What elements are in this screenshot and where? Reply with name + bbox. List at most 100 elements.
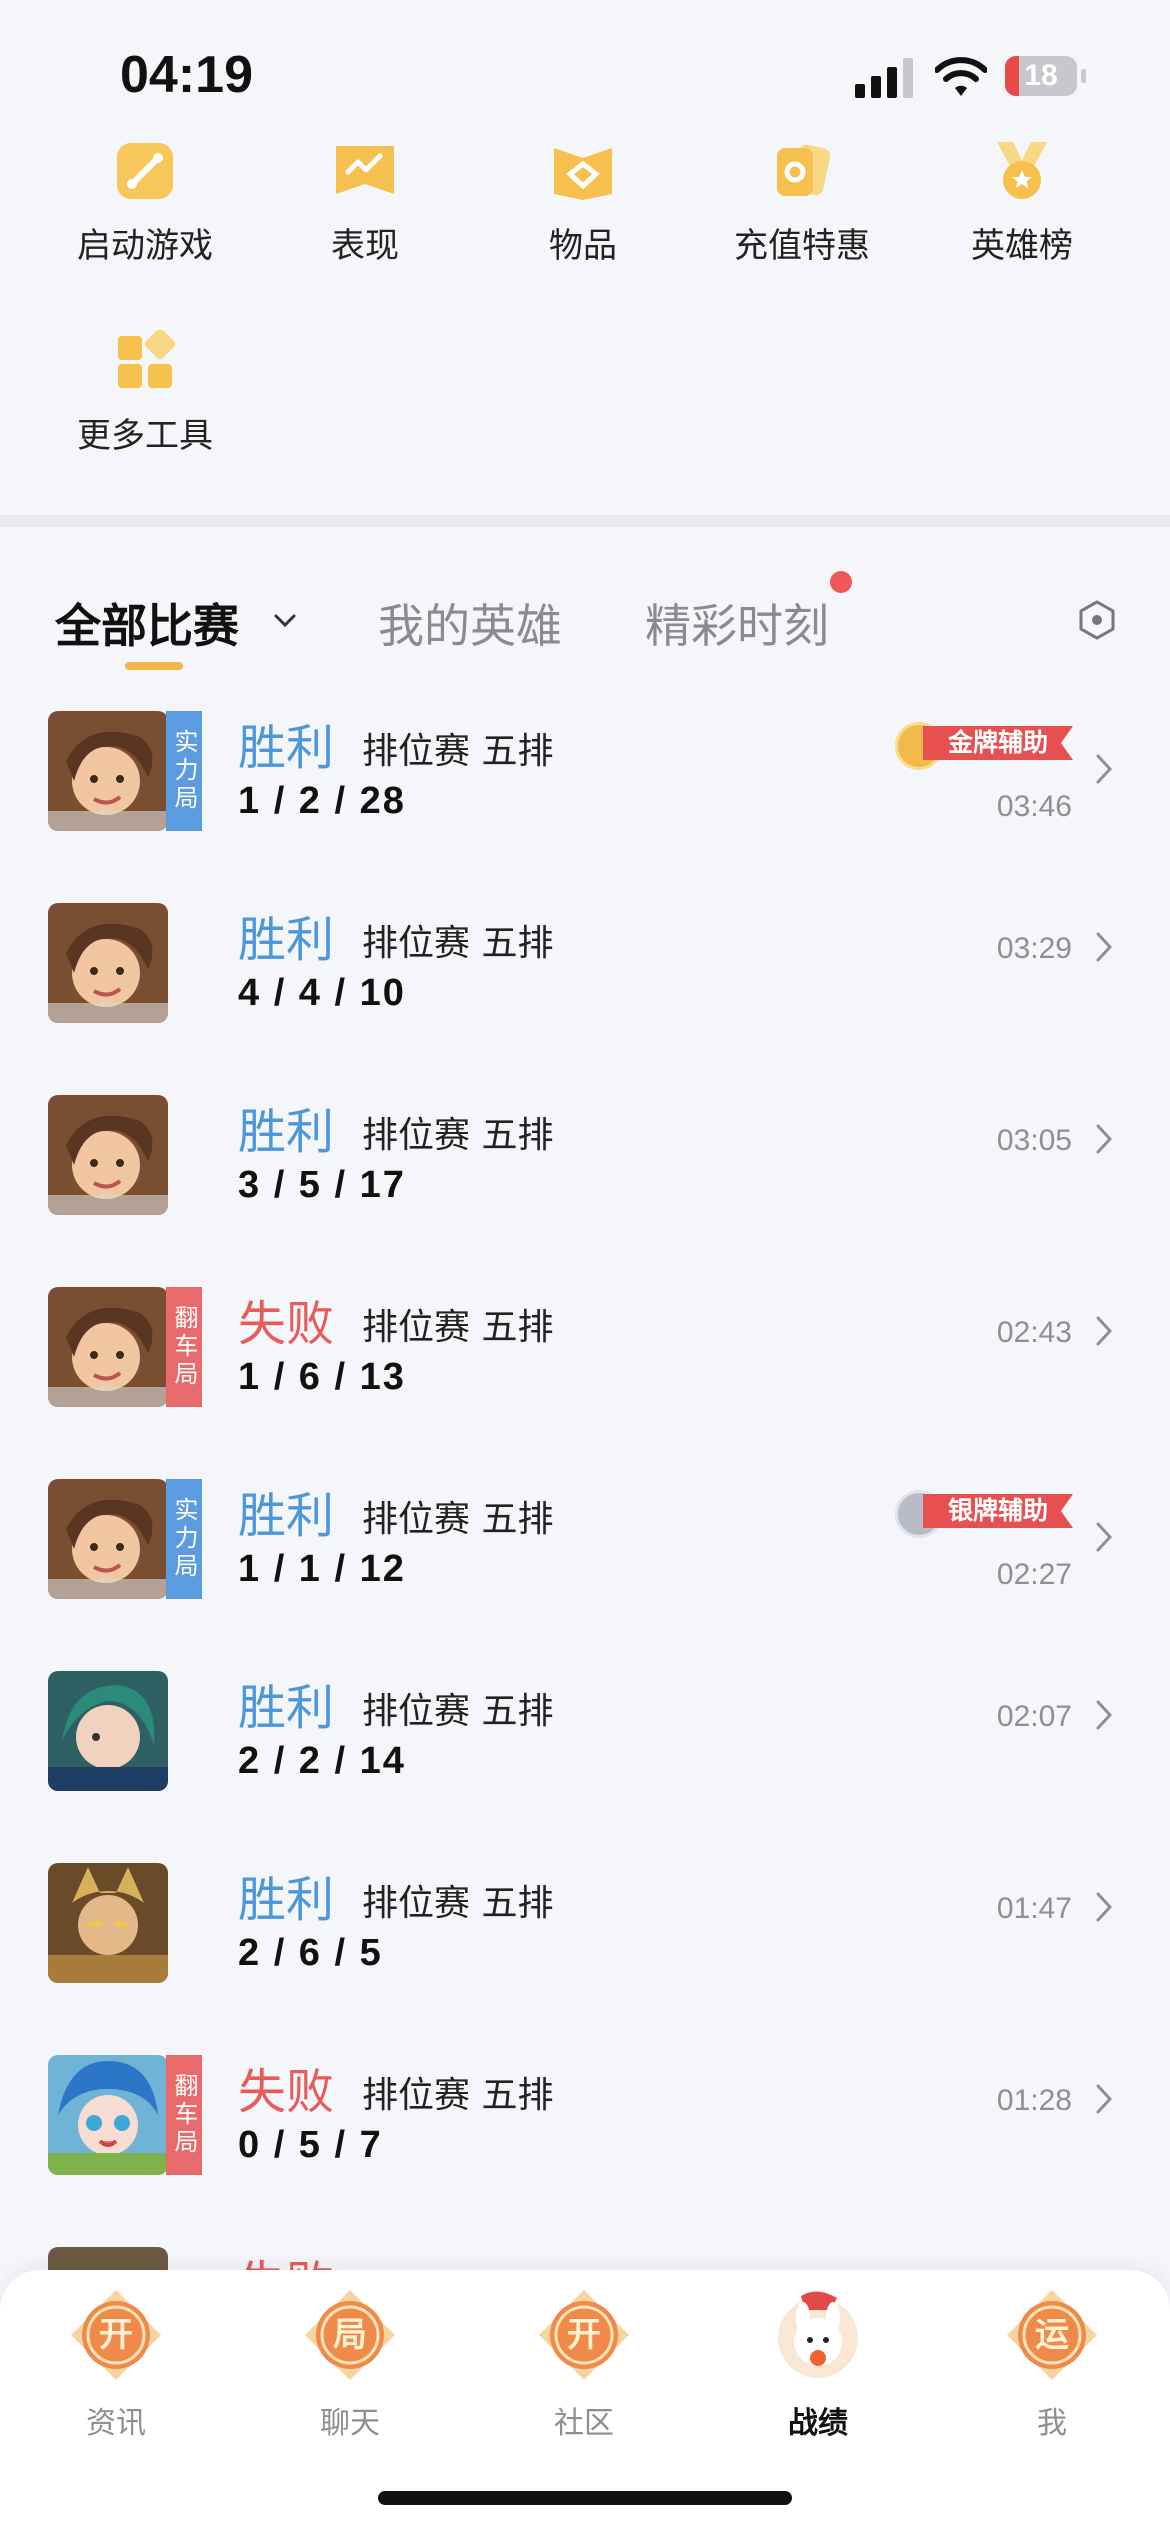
- match-duration: 03:46: [996, 790, 1072, 823]
- tool-label: 英雄榜: [971, 226, 1073, 266]
- nav-news[interactable]: 开 资讯: [36, 2288, 196, 2442]
- home-indicator: [378, 2491, 792, 2505]
- match-mode: 排位赛 五排: [362, 731, 554, 772]
- chevron-right-icon: [1096, 1522, 1113, 1552]
- chevron-right-icon: [1096, 932, 1113, 962]
- hero-avatar: [48, 1095, 168, 1215]
- nav-community[interactable]: 开 社区: [504, 2288, 664, 2442]
- match-result: 胜利: [238, 912, 335, 968]
- match-mode: 排位赛 五排: [362, 1115, 554, 1156]
- match-row[interactable]: 胜利 排位赛 五排 2 / 2 / 14 02:07: [0, 1660, 1170, 1852]
- tab-active-indicator: [125, 662, 183, 670]
- news-coin-icon: 开: [71, 2290, 161, 2380]
- match-kda: 1 / 6 / 13: [238, 1356, 406, 1398]
- chat-coin-icon: 局: [305, 2290, 395, 2380]
- settings-icon[interactable]: [1077, 600, 1117, 640]
- hero-avatar: [48, 2055, 168, 2175]
- match-mode: 排位赛 五排: [362, 1307, 554, 1348]
- match-result: 胜利: [238, 1680, 335, 1736]
- chevron-right-icon: [1096, 1700, 1113, 1730]
- match-result: 胜利: [238, 1104, 335, 1160]
- battery-indicator: 18: [1005, 56, 1086, 98]
- match-result: 失败: [238, 1296, 335, 1352]
- nav-coin-glyph: 开: [99, 2315, 133, 2355]
- hero-avatar: [48, 903, 168, 1023]
- me-coin-icon: 运: [1007, 2290, 1097, 2380]
- match-row[interactable]: 翻车局 失败 排位赛 五排 1 / 6 / 13 02:43: [0, 1276, 1170, 1468]
- match-row[interactable]: 胜利 排位赛 五排 4 / 4 / 10 03:29: [0, 892, 1170, 1084]
- tool-label: 启动游戏: [77, 226, 213, 266]
- chevron-right-icon: [1096, 1316, 1113, 1346]
- match-kda: 2 / 2 / 14: [238, 1740, 406, 1782]
- match-kda: 4 / 4 / 10: [238, 972, 406, 1014]
- award-badge: 银牌辅助: [895, 1490, 1073, 1538]
- match-kda: 0 / 5 / 7: [238, 2124, 383, 2166]
- apps-icon: [118, 328, 176, 388]
- tool-items[interactable]: 物品: [483, 140, 683, 267]
- match-duration: 01:28: [996, 2084, 1072, 2117]
- tool-label: 更多工具: [77, 416, 213, 456]
- chevron-right-icon: [1096, 1892, 1113, 1922]
- award-badge-label: 金牌辅助: [923, 726, 1073, 760]
- match-mode: 排位赛 五排: [362, 1499, 554, 1540]
- match-list: 实力局 胜利 排位赛 五排 1 / 2 / 28 金牌辅助 03:46 胜利 排…: [0, 700, 1170, 2270]
- hero-avatar: [48, 1863, 168, 1983]
- award-badge: 金牌辅助: [895, 722, 1073, 770]
- tool-hero-rank[interactable]: 英雄榜: [922, 140, 1122, 267]
- nav-me[interactable]: 运 我: [972, 2288, 1132, 2442]
- match-row[interactable]: 胜利 排位赛 五排 3 / 5 / 17 03:05: [0, 1084, 1170, 1276]
- nav-label: 社区: [554, 2406, 614, 2441]
- nav-label: 资讯: [86, 2406, 146, 2441]
- coupon-icon: [777, 144, 831, 196]
- match-mode: 排位赛 五排: [362, 2075, 554, 2116]
- tool-label: 充值特惠: [734, 226, 870, 266]
- chart-icon: [336, 146, 394, 194]
- match-row[interactable]: 翻车局 失败 排位赛 五排 0 / 5 / 7 01:28: [0, 2044, 1170, 2236]
- match-tag: 翻车局: [166, 1287, 202, 1407]
- nav-coin-glyph: 开: [567, 2315, 601, 2355]
- tool-performance[interactable]: 表现: [265, 140, 465, 267]
- match-tag: 实力局: [166, 1479, 202, 1599]
- medal-icon: [997, 142, 1047, 199]
- tool-recharge-deals[interactable]: 充值特惠: [702, 140, 902, 267]
- match-tag: 实力局: [166, 711, 202, 831]
- gift-icon: [554, 148, 612, 200]
- cellular-signal-icon: [855, 58, 913, 98]
- match-tag: 翻车局: [166, 2055, 202, 2175]
- match-row[interactable]: 实力局 胜利 排位赛 五排 1 / 2 / 28 金牌辅助 03:46: [0, 700, 1170, 892]
- match-duration: 02:07: [996, 1700, 1072, 1733]
- chevron-down-icon[interactable]: [272, 608, 298, 634]
- match-row[interactable]: 胜利 排位赛 五排 2 / 6 / 5 01:47: [0, 1852, 1170, 2044]
- tools-grid: 启动游戏 表现 物品 充值特惠 英雄榜 更多工具: [0, 130, 1170, 510]
- tool-launch-game[interactable]: 启动游戏: [45, 140, 245, 267]
- nav-records[interactable]: 战绩: [738, 2288, 898, 2442]
- tool-label: 表现: [331, 226, 399, 266]
- tab-all-matches[interactable]: 全部比赛: [55, 590, 239, 656]
- match-result: 失败: [238, 2244, 334, 2270]
- tab-my-heroes[interactable]: 我的英雄: [378, 590, 562, 656]
- nav-coin-glyph: 局: [333, 2315, 367, 2355]
- community-coin-icon: 开: [539, 2290, 629, 2380]
- match-result: 胜利: [238, 720, 335, 776]
- status-bar: 04:19 18: [0, 0, 1170, 130]
- nav-chat[interactable]: 局 聊天: [270, 2288, 430, 2442]
- match-result: 胜利: [238, 1488, 335, 1544]
- match-kda: 3 / 5 / 17: [238, 1164, 406, 1206]
- gamepad-icon: [117, 143, 173, 199]
- tool-more-tools[interactable]: 更多工具: [45, 328, 245, 457]
- nav-coin-glyph: 运: [1035, 2315, 1069, 2355]
- match-mode: 排位赛 五排: [362, 923, 554, 964]
- match-row[interactable]: 失败: [0, 2236, 1170, 2270]
- nav-label: 战绩: [788, 2406, 848, 2441]
- hero-avatar: [48, 1479, 168, 1599]
- match-row[interactable]: 实力局 胜利 排位赛 五排 1 / 1 / 12 银牌辅助 02:27: [0, 1468, 1170, 1660]
- status-time: 04:19: [120, 46, 253, 104]
- match-mode: 排位赛 五排: [362, 1883, 554, 1924]
- tab-highlights[interactable]: 精彩时刻: [645, 590, 829, 656]
- chevron-right-icon: [1096, 754, 1113, 784]
- section-divider: [0, 515, 1170, 527]
- match-kda: 1 / 1 / 12: [238, 1548, 406, 1590]
- tool-label: 物品: [549, 226, 617, 266]
- hero-avatar: [48, 2247, 168, 2270]
- award-badge-label: 银牌辅助: [923, 1494, 1073, 1528]
